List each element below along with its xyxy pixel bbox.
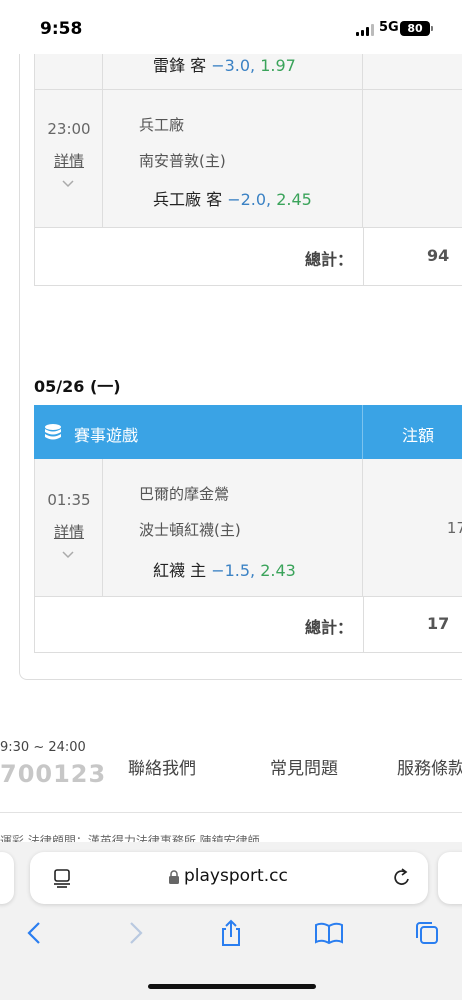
game-time: 01:35 xyxy=(47,491,91,509)
chevron-down-icon[interactable] xyxy=(62,180,74,188)
tabs-icon[interactable] xyxy=(412,918,442,948)
forward-icon[interactable] xyxy=(120,918,150,948)
status-bar: 9:58 5G 80 xyxy=(0,0,462,54)
pick-team: 雷鋒 客 xyxy=(153,56,207,75)
cellular-signal-icon xyxy=(356,24,374,36)
pick-team: 紅襪 主 xyxy=(153,561,207,580)
network-type: 5G xyxy=(379,20,399,35)
pick-line: 雷鋒 客 −3.0, 1.97 xyxy=(153,52,296,76)
service-hours: 9:30 ~ 24:00 xyxy=(0,740,86,755)
header-stake: 注額 xyxy=(402,426,435,445)
previous-tab-preview[interactable] xyxy=(0,852,14,904)
database-icon xyxy=(45,424,61,440)
total-label: 總計： xyxy=(305,618,354,637)
home-team: 波士頓紅襪(主) xyxy=(139,521,241,539)
pick-team: 兵工廠 客 xyxy=(153,190,223,209)
bookmarks-icon[interactable] xyxy=(314,918,344,948)
away-team: 兵工廠 xyxy=(139,116,185,134)
total-row: 總計： 17 xyxy=(35,597,462,653)
battery-tip xyxy=(431,26,433,31)
next-tab-preview[interactable] xyxy=(438,852,462,904)
game-row: 01:35 詳情 巴爾的摩金鶯 波士頓紅襪(主) 紅襪 主 −1.5, 2.43… xyxy=(34,459,462,653)
footer-divider xyxy=(0,812,462,813)
status-time: 9:58 xyxy=(40,19,83,39)
total-value: 94 xyxy=(427,246,450,265)
details-link[interactable]: 詳情 xyxy=(35,150,103,171)
total-value: 17 xyxy=(427,614,450,633)
pick-handicap: −1.5, xyxy=(211,561,256,580)
address-bar[interactable]: playsport.cc xyxy=(30,852,428,904)
pick-line: 兵工廠 客 −2.0, 2.45 xyxy=(153,186,312,210)
url-text[interactable]: playsport.cc xyxy=(184,866,288,886)
pick-line: 紅襪 主 −1.5, 2.43 xyxy=(153,557,296,581)
terms-link[interactable]: 服務條款 xyxy=(397,754,462,779)
game-row: 23:00 詳情 兵工廠 南安普敦(主) 兵工廠 客 −2.0, 2.45 10… xyxy=(34,90,462,286)
back-icon[interactable] xyxy=(20,918,50,948)
home-team: 南安普敦(主) xyxy=(139,152,226,170)
share-icon[interactable] xyxy=(216,918,246,948)
pick-handicap: −3.0, xyxy=(211,56,256,75)
lock-icon xyxy=(169,870,179,884)
game-table-header: 賽事遊戲 注額 xyxy=(34,405,462,459)
reload-icon[interactable] xyxy=(392,867,412,889)
phone-number[interactable]: 700123 xyxy=(0,760,106,788)
details-link[interactable]: 詳情 xyxy=(35,521,103,542)
header-title: 賽事遊戲 xyxy=(74,426,139,445)
pick-odds: 2.43 xyxy=(260,561,296,580)
bet-amount: 17 xyxy=(446,519,462,537)
game-time: 23:00 xyxy=(47,120,91,138)
contact-link[interactable]: 聯絡我們 xyxy=(128,754,196,779)
total-row: 總計： 94 xyxy=(35,228,462,286)
home-indicator xyxy=(148,984,316,989)
total-label: 總計： xyxy=(305,250,354,269)
faq-link[interactable]: 常見問題 xyxy=(270,754,338,779)
pick-odds: 1.97 xyxy=(260,56,296,75)
away-team: 巴爾的摩金鶯 xyxy=(139,485,230,503)
chevron-down-icon[interactable] xyxy=(62,551,74,559)
pick-handicap: −2.0, xyxy=(227,190,272,209)
date-heading: 05/26 (一) xyxy=(34,377,121,396)
page-menu-icon[interactable] xyxy=(52,868,72,888)
page-content: 雷鋒 客 −3.0, 1.97 23:00 詳情 兵工廠 南安普敦(主) 兵工廠… xyxy=(0,0,462,850)
pick-odds: 2.45 xyxy=(276,190,312,209)
battery-icon: 80 xyxy=(400,21,430,36)
